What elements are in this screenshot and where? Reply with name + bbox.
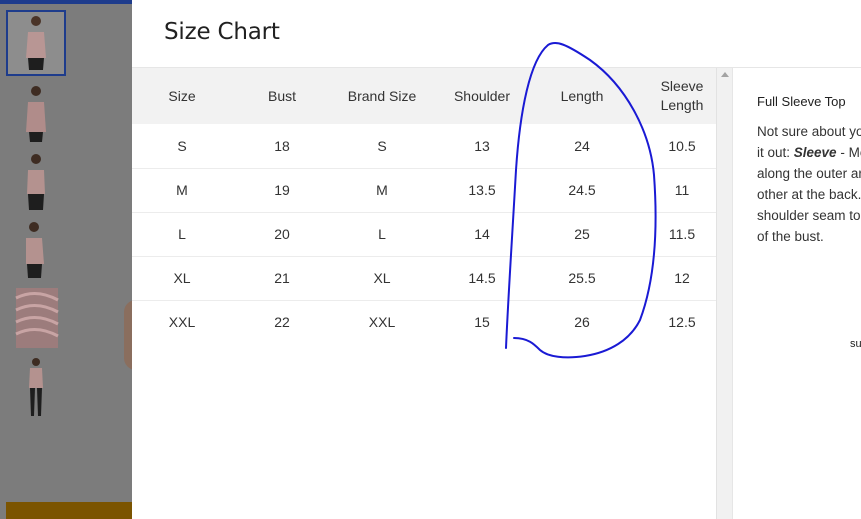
guide-line: Not sure about yo (757, 124, 861, 139)
header-sleeve-length: Sleeve Length (660, 78, 704, 113)
header-size: Size (168, 87, 196, 104)
cell-length: 24.5 (568, 182, 596, 198)
table-row: XL 21 XL 14.5 25.5 12 (132, 256, 716, 300)
background-topbar (0, 0, 132, 4)
cell-sleeve-length: 12 (674, 270, 690, 286)
table-row: L 20 L 14 25 11.5 (132, 212, 716, 256)
guide-emphasis: Sleeve (793, 145, 837, 160)
size-chart-modal: Size Chart Size Bust Brand Size Shoulder… (132, 0, 861, 519)
guide-line: other at the back. (757, 187, 861, 202)
cell-size: S (177, 137, 187, 154)
cell-shoulder: 15 (474, 314, 490, 331)
guide-heading: Full Sleeve Top (757, 94, 846, 109)
cell-size: XL (173, 270, 191, 286)
cell-length: 26 (574, 314, 590, 331)
size-table-container: Size Bust Brand Size Shoulder Length Sle… (132, 68, 716, 519)
diagram-label: su (850, 338, 861, 350)
cell-sleeve-length: 12.5 (668, 314, 696, 331)
cell-sleeve-length: 11 (674, 182, 690, 198)
cell-length: 24 (574, 137, 590, 154)
header-length: Length (560, 87, 604, 104)
table-scrollbar[interactable] (716, 68, 732, 519)
cell-brand-size: S (377, 137, 387, 154)
cell-sleeve-length: 11.5 (668, 226, 696, 242)
cell-brand-size: XXL (368, 314, 396, 331)
scroll-up-arrow-icon[interactable] (721, 72, 729, 77)
cell-shoulder: 14 (474, 226, 490, 242)
table-row: M 19 M 13.5 24.5 11 (132, 168, 716, 212)
cell-length: 25.5 (568, 270, 596, 286)
cell-shoulder: 13 (474, 137, 490, 154)
guide-line: of the bust. (757, 229, 824, 244)
guide-line: it out: Sleeve - Me (757, 142, 861, 163)
thumbnail-fabric-closeup[interactable] (6, 286, 66, 352)
thumbnail-product-side[interactable] (6, 148, 66, 214)
panel-divider (732, 68, 733, 519)
header-shoulder: Shoulder (453, 87, 511, 104)
header-brand-size: Brand Size (347, 87, 417, 104)
guide-line-end: - Me (840, 145, 861, 160)
cell-size: L (178, 226, 186, 242)
cell-bust: 20 (274, 226, 290, 242)
header-bust: Bust (267, 87, 296, 104)
cell-shoulder: 14.5 (468, 270, 496, 286)
table-row: S 18 S 13 24 10.5 (132, 124, 716, 168)
guide-text: Not sure about yo it out: Sleeve - Me al… (757, 121, 861, 247)
modal-header: Size Chart (132, 0, 861, 68)
table-row: XXL 22 XXL 15 26 12.5 (132, 300, 716, 344)
cell-bust: 21 (274, 270, 290, 286)
garment-diagram-icon (845, 408, 861, 468)
cell-length: 25 (574, 226, 590, 242)
cell-sleeve-length: 10.5 (668, 137, 696, 154)
size-table: Size Bust Brand Size Shoulder Length Sle… (132, 68, 716, 344)
thumbnail-product-full[interactable] (6, 356, 66, 422)
cell-bust: 19 (274, 182, 290, 198)
cell-bust: 22 (274, 314, 290, 331)
guide-line-start: it out: (757, 145, 794, 160)
table-header-row: Size Bust Brand Size Shoulder Length Sle… (132, 68, 716, 124)
cell-brand-size: M (376, 182, 388, 198)
thumbnail-product-back[interactable] (6, 80, 66, 146)
cell-bust: 18 (274, 137, 290, 154)
thumbnail-product-front[interactable] (6, 10, 66, 76)
cell-size: M (176, 182, 188, 198)
cell-shoulder: 13.5 (468, 182, 496, 198)
modal-title: Size Chart (164, 19, 280, 45)
cell-brand-size: XL (373, 270, 391, 286)
guide-line: shoulder seam to (757, 208, 861, 223)
thumbnail-product-angle[interactable] (6, 216, 66, 282)
measurement-guide-panel: Full Sleeve Top Not sure about yo it out… (757, 68, 861, 519)
cell-brand-size: L (378, 226, 386, 242)
background-button (6, 502, 132, 519)
cell-size: XXL (168, 314, 196, 331)
guide-line: along the outer ar (757, 166, 861, 181)
